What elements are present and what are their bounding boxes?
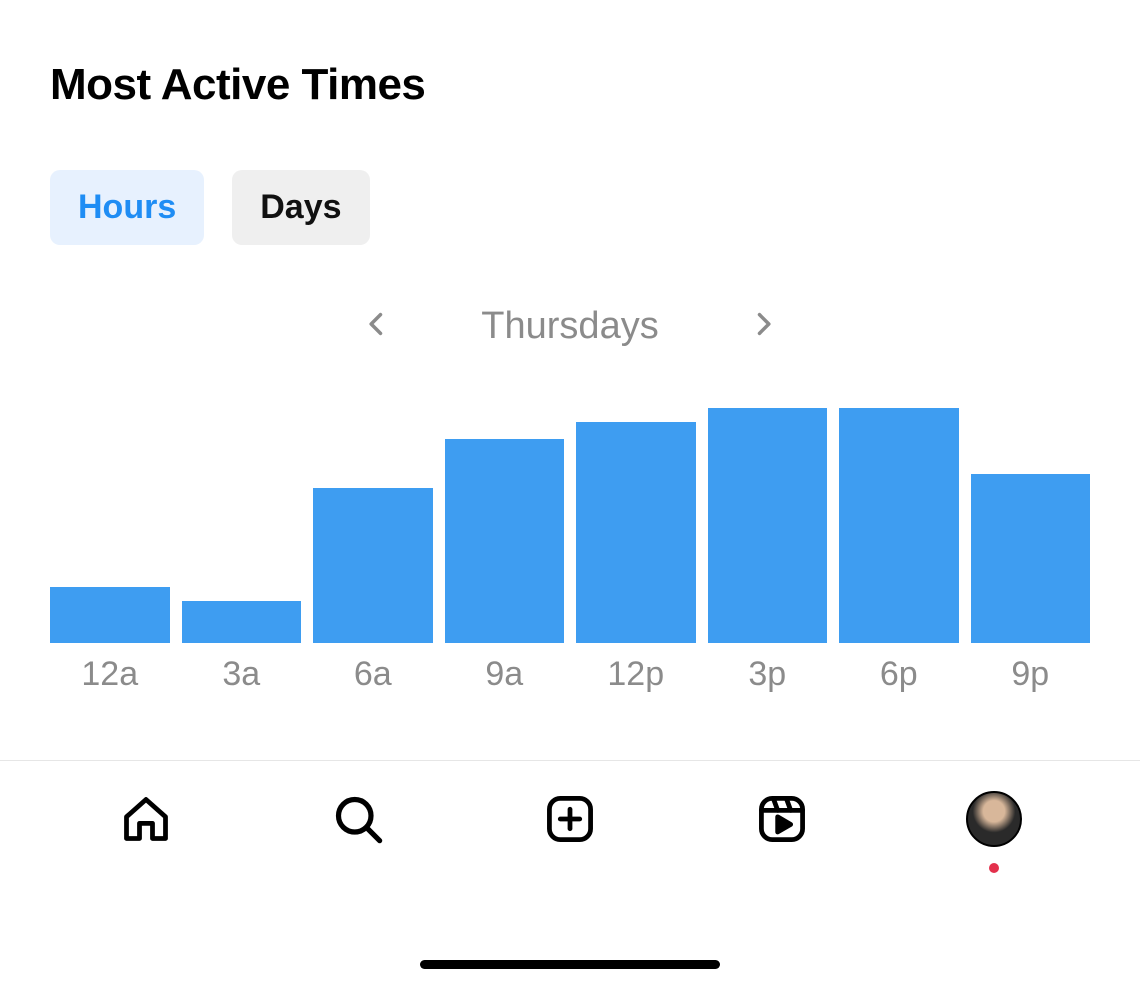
bar-12p[interactable] [576,422,696,643]
xlabel-12p: 12p [576,655,696,694]
avatar-image [966,791,1022,847]
bar-9p[interactable] [971,474,1091,643]
day-selector: Thursdays [50,305,1090,348]
notification-dot-icon [989,863,999,873]
reels-icon[interactable] [752,789,812,849]
home-icon[interactable] [116,789,176,849]
xlabel-9p: 9p [971,655,1091,694]
view-tabs: Hours Days [50,170,1090,245]
chevron-left-icon[interactable] [363,310,391,343]
tab-days[interactable]: Days [232,170,369,245]
bar-3p[interactable] [708,408,828,643]
bar-9a[interactable] [445,439,565,643]
active-times-chart: 12a 3a 6a 9a 12p 3p 6p 9p [50,408,1090,694]
bar-6a[interactable] [313,488,433,643]
profile-avatar[interactable] [964,789,1024,849]
page-title: Most Active Times [50,60,1090,110]
bar-3a[interactable] [182,601,302,643]
home-indicator [420,960,720,969]
xlabel-6a: 6a [313,655,433,694]
tab-hours[interactable]: Hours [50,170,204,245]
search-icon[interactable] [328,789,388,849]
xlabel-12a: 12a [50,655,170,694]
selected-day-label: Thursdays [481,305,658,348]
plus-icon[interactable] [540,789,600,849]
bar-12a[interactable] [50,587,170,643]
xlabel-3p: 3p [708,655,828,694]
xlabel-3a: 3a [182,655,302,694]
xlabel-9a: 9a [445,655,565,694]
chevron-right-icon[interactable] [749,310,777,343]
xlabel-6p: 6p [839,655,959,694]
bar-6p[interactable] [839,408,959,643]
bottom-tabbar [0,760,1140,849]
